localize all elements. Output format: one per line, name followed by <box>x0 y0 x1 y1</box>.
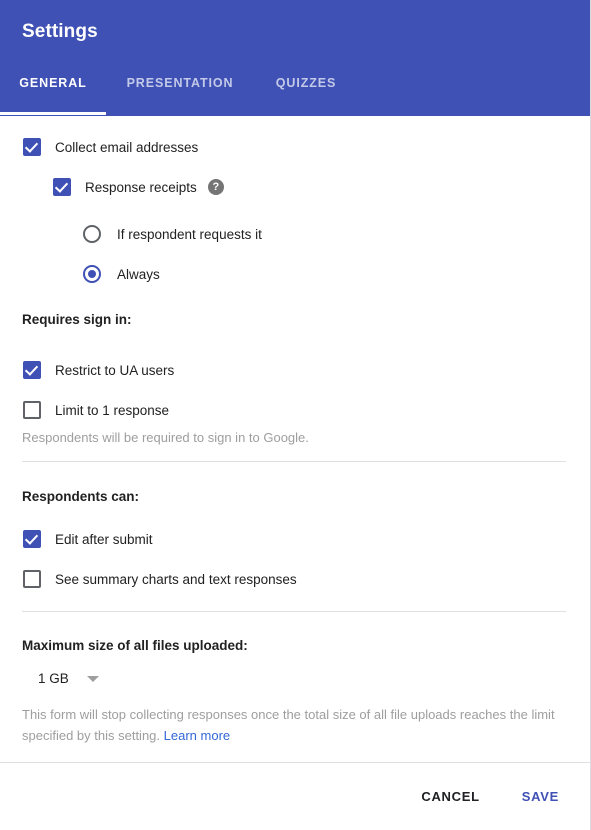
active-tab-indicator <box>0 112 106 115</box>
divider-2 <box>22 611 566 612</box>
max-file-size-helper-text: This form will stop collecting responses… <box>22 704 567 746</box>
radio-if-respondent-requests-it[interactable] <box>83 225 101 243</box>
response-receipts-label: Response receipts <box>85 179 197 195</box>
sign-in-helper-text: Respondents will be required to sign in … <box>22 430 309 445</box>
collect-email-label: Collect email addresses <box>55 139 199 155</box>
see-summary-charts-row[interactable]: See summary charts and text responses <box>23 570 297 588</box>
limit-to-1-response-checkbox[interactable] <box>23 401 41 419</box>
radio-label-always: Always <box>117 266 160 282</box>
see-summary-charts-checkbox[interactable] <box>23 570 41 588</box>
response-receipts-checkbox[interactable] <box>53 178 71 196</box>
dialog-footer: CANCEL SAVE <box>0 762 590 830</box>
response-receipts-row[interactable]: Response receipts ? <box>53 178 224 196</box>
cancel-button[interactable]: CANCEL <box>411 781 489 812</box>
max-file-size-dropdown[interactable]: 1 GB <box>38 671 99 686</box>
edit-after-submit-label: Edit after submit <box>55 531 153 547</box>
chevron-down-icon <box>86 675 99 682</box>
limit-to-1-response-row[interactable]: Limit to 1 response <box>23 401 169 419</box>
radio-row-always[interactable]: Always <box>83 265 160 283</box>
collect-email-row[interactable]: Collect email addresses <box>23 138 198 156</box>
save-button[interactable]: SAVE <box>512 781 569 812</box>
tab-presentation[interactable]: PRESENTATION <box>106 76 254 90</box>
restrict-to-ua-users-checkbox[interactable] <box>23 361 41 379</box>
respondents-can-heading: Respondents can: <box>22 489 140 504</box>
tab-general[interactable]: GENERAL <box>0 76 106 90</box>
radio-always[interactable] <box>83 265 101 283</box>
help-icon[interactable]: ? <box>207 179 224 195</box>
collect-email-checkbox[interactable] <box>23 138 41 156</box>
requires-sign-in-heading: Requires sign in: <box>22 312 132 327</box>
edit-after-submit-checkbox[interactable] <box>23 530 41 548</box>
settings-dialog: Settings GENERAL PRESENTATION QUIZZES Co… <box>0 0 591 830</box>
dialog-header: Settings GENERAL PRESENTATION QUIZZES <box>0 0 590 116</box>
helper-line-1: This form will stop collecting responses… <box>22 707 507 722</box>
see-summary-charts-label: See summary charts and text responses <box>55 571 297 587</box>
radio-label-if-respondent-requests-it: If respondent requests it <box>117 226 262 242</box>
tab-quizzes[interactable]: QUIZZES <box>254 76 358 90</box>
max-file-size-value: 1 GB <box>38 671 69 686</box>
divider-1 <box>22 461 566 462</box>
radio-row-if-requested[interactable]: If respondent requests it <box>83 225 262 243</box>
max-file-size-heading: Maximum size of all files uploaded: <box>22 638 248 653</box>
limit-to-1-response-label: Limit to 1 response <box>55 402 170 418</box>
tab-bar: GENERAL PRESENTATION QUIZZES <box>0 76 358 90</box>
restrict-to-ua-users-label: Restrict to UA users <box>55 362 175 378</box>
edit-after-submit-row[interactable]: Edit after submit <box>23 530 153 548</box>
settings-body: Collect email addresses Response receipt… <box>0 116 590 762</box>
page-title: Settings <box>22 21 98 42</box>
restrict-to-ua-users-row[interactable]: Restrict to UA users <box>23 361 174 379</box>
learn-more-link[interactable]: Learn more <box>164 728 230 743</box>
